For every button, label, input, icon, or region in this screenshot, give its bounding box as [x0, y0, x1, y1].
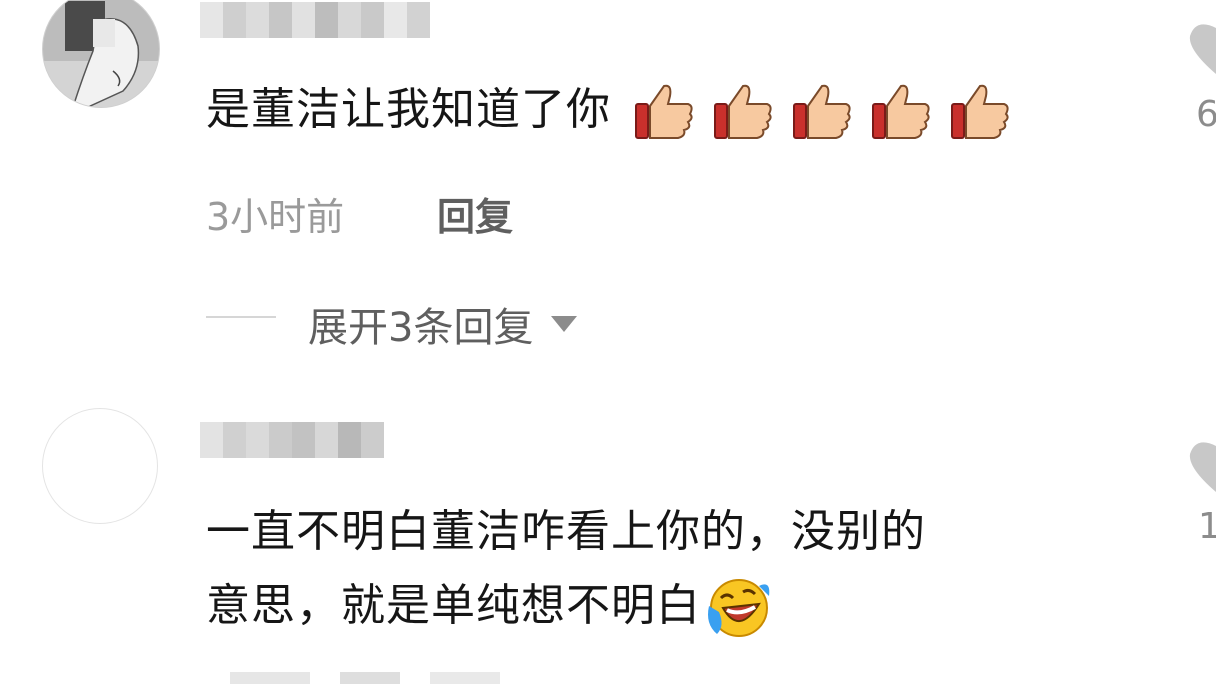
laughing-tears-icon [708, 579, 770, 637]
divider-line [206, 316, 276, 318]
expand-replies-label: 展开3条回复 [308, 305, 534, 351]
comment-body: 是董洁让我知道了你 [206, 84, 611, 135]
reply-button[interactable]: 回复 [437, 186, 513, 241]
next-comment-meta-cutoff [230, 672, 530, 684]
like-count: 1 [1198, 506, 1216, 547]
thumbs-up-icon [635, 84, 693, 139]
avatar[interactable] [42, 408, 158, 524]
triangle-down-icon [551, 316, 578, 332]
thumbs-up-emoji-row [617, 84, 1012, 139]
expand-replies-button[interactable]: 展开3条回复 [308, 295, 578, 353]
username-blurred[interactable] [200, 2, 430, 38]
comment-text-line-1: 一直不明白董洁咋看上你的，没别的 [206, 506, 926, 557]
thumbs-up-icon [714, 84, 772, 139]
heart-icon[interactable] [1186, 436, 1216, 496]
avatar[interactable] [42, 0, 160, 108]
comment-timestamp: 3小时前 [206, 195, 345, 239]
comment-body: 意思，就是单纯想不明白 [206, 580, 701, 631]
comment-text: 是董洁让我知道了你 [206, 82, 1012, 142]
heart-icon[interactable] [1186, 18, 1216, 78]
avatar-portrait-icon [43, 0, 159, 107]
thumbs-up-icon [951, 84, 1009, 139]
username-blurred[interactable] [200, 422, 384, 458]
thumbs-up-icon [793, 84, 851, 139]
thumbs-up-icon [872, 84, 930, 139]
like-count: 6 [1196, 94, 1216, 135]
comment-text-line-2: 意思，就是单纯想不明白 [206, 576, 771, 640]
